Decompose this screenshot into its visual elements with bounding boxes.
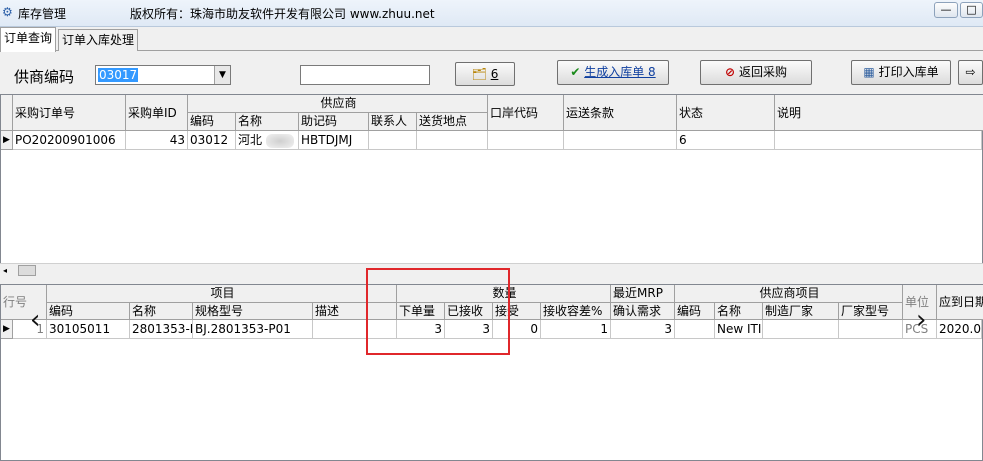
header-due-date[interactable]: 应到日期 bbox=[937, 285, 983, 320]
tab-strip: 订单查询 订单入库处理 bbox=[0, 27, 983, 52]
highlight-annotation bbox=[366, 268, 510, 355]
item-row-indicator-icon[interactable]: ▶ bbox=[1, 320, 13, 339]
search-input[interactable] bbox=[300, 65, 430, 85]
cell-vendor-name[interactable]: New ITI bbox=[715, 320, 763, 339]
tab-order-query[interactable]: 订单查询 bbox=[0, 27, 57, 52]
cell-item-code[interactable]: 30105011 bbox=[47, 320, 130, 339]
header-item-group: 项目 bbox=[47, 285, 397, 303]
check-icon: ✔ bbox=[570, 65, 581, 79]
export-button[interactable]: ⇨ bbox=[958, 60, 983, 85]
cell-order-id[interactable]: 43 bbox=[126, 131, 188, 150]
header-mnemonic[interactable]: 助记码 bbox=[299, 113, 369, 131]
cell-maker-model[interactable] bbox=[839, 320, 903, 339]
header-supplier-code[interactable]: 编码 bbox=[188, 113, 236, 131]
print-receipt-label: 打印入库单 bbox=[878, 65, 939, 79]
chevron-left-icon[interactable]: ‹ bbox=[30, 305, 46, 335]
header-vendor-code[interactable]: 编码 bbox=[675, 303, 715, 320]
header-supplier-group: 供应商 bbox=[188, 95, 488, 113]
cell-supplier-name[interactable]: 河北 bbox=[236, 131, 299, 150]
orders-grid: 采购订单号 采购单ID 供应商 编码 名称 助记码 联系人 送货地点 口岸代码 … bbox=[0, 94, 983, 264]
title-bar: ⚙ 库存管理 版权所有：珠海市助友软件开发有限公司 www.zhuu.net —… bbox=[0, 0, 983, 27]
header-vendor-item-group: 供应商项目 bbox=[675, 285, 903, 303]
row-indicator-icon[interactable]: ▶ bbox=[1, 131, 13, 150]
minimize-button[interactable]: — bbox=[934, 2, 958, 18]
header-order-no[interactable]: 采购订单号 bbox=[13, 95, 126, 131]
header-supplier-name[interactable]: 名称 bbox=[236, 113, 299, 131]
search-folder-icon: 🗂 bbox=[471, 67, 487, 81]
cell-vendor-code[interactable] bbox=[675, 320, 715, 339]
redaction-blur bbox=[265, 133, 294, 148]
header-tolerance[interactable]: 接收容差% bbox=[541, 303, 611, 320]
export-icon: ⇨ bbox=[965, 65, 976, 79]
header-status[interactable]: 状态 bbox=[677, 95, 775, 131]
cell-address[interactable] bbox=[417, 131, 488, 150]
header-confirm[interactable]: 确认需求 bbox=[611, 303, 675, 320]
scroll-left-icon[interactable]: ◂ bbox=[3, 264, 13, 277]
cell-supplier-code[interactable]: 03012 bbox=[188, 131, 236, 150]
header-order-id[interactable]: 采购单ID bbox=[126, 95, 188, 131]
scroll-thumb[interactable] bbox=[18, 265, 36, 276]
maximize-button[interactable]: □ bbox=[960, 2, 983, 18]
cell-supplier-name-text: 河北 bbox=[238, 133, 263, 147]
generate-receipt-button[interactable]: ✔ 生成入库单 8 bbox=[557, 60, 669, 85]
header-port-code[interactable]: 口岸代码 bbox=[488, 95, 564, 131]
header-mrp: 最近MRP bbox=[611, 285, 675, 303]
cell-tolerance[interactable]: 1 bbox=[541, 320, 611, 339]
cell-note[interactable] bbox=[775, 131, 982, 150]
query-count-label: 6 bbox=[490, 67, 499, 81]
header-item-name[interactable]: 名称 bbox=[130, 303, 193, 320]
header-address[interactable]: 送货地点 bbox=[417, 113, 488, 131]
cell-maker[interactable] bbox=[763, 320, 839, 339]
header-item-code[interactable]: 编码 bbox=[47, 303, 130, 320]
header-vendor-name[interactable]: 名称 bbox=[715, 303, 763, 320]
header-maker-model[interactable]: 厂家型号 bbox=[839, 303, 903, 320]
chevron-down-icon[interactable]: ▼ bbox=[214, 66, 230, 84]
cell-item-spec[interactable]: BJ.2801353-P01 bbox=[193, 320, 313, 339]
return-purchase-button[interactable]: ⊘ 返回采购 bbox=[700, 60, 812, 85]
header-terms[interactable]: 运送条款 bbox=[564, 95, 677, 131]
no-entry-icon: ⊘ bbox=[725, 65, 736, 79]
tab-order-receiving[interactable]: 订单入库处理 bbox=[58, 29, 139, 51]
orders-corner bbox=[1, 95, 13, 131]
return-purchase-label: 返回采购 bbox=[738, 65, 787, 79]
header-item-spec[interactable]: 规格型号 bbox=[193, 303, 313, 320]
cell-item-name[interactable]: 2801353-F bbox=[130, 320, 193, 339]
query-count-button[interactable]: 🗂 6 bbox=[455, 62, 515, 86]
print-receipt-button[interactable]: ▦ 打印入库单 bbox=[851, 60, 951, 85]
cell-mnemonic[interactable]: HBTDJMJ bbox=[299, 131, 369, 150]
cell-due-date[interactable]: 2020.09 bbox=[937, 320, 982, 339]
cell-contact[interactable] bbox=[369, 131, 417, 150]
supplier-code-label: 供商编码 bbox=[14, 68, 75, 86]
cell-port-code[interactable] bbox=[488, 131, 564, 150]
header-note[interactable]: 说明 bbox=[775, 95, 983, 131]
chevron-right-icon[interactable]: › bbox=[916, 305, 932, 335]
copyright-text: 版权所有：珠海市助友软件开发有限公司 www.zhuu.net bbox=[130, 7, 435, 21]
cell-order-no[interactable]: PO20200901006 bbox=[13, 131, 126, 150]
app-icon: ⚙ bbox=[2, 5, 13, 19]
printer-grid-icon: ▦ bbox=[863, 65, 875, 79]
header-contact[interactable]: 联系人 bbox=[369, 113, 417, 131]
supplier-code-combo[interactable]: 03017 ▼ bbox=[95, 65, 231, 85]
supplier-code-value[interactable]: 03017 bbox=[98, 68, 139, 82]
cell-terms[interactable] bbox=[564, 131, 677, 150]
cell-status[interactable]: 6 bbox=[677, 131, 775, 150]
header-maker[interactable]: 制造厂家 bbox=[763, 303, 839, 320]
window-title: 库存管理 bbox=[18, 7, 67, 21]
cell-confirm[interactable]: 3 bbox=[611, 320, 675, 339]
generate-receipt-label: 生成入库单 8 bbox=[584, 65, 656, 79]
